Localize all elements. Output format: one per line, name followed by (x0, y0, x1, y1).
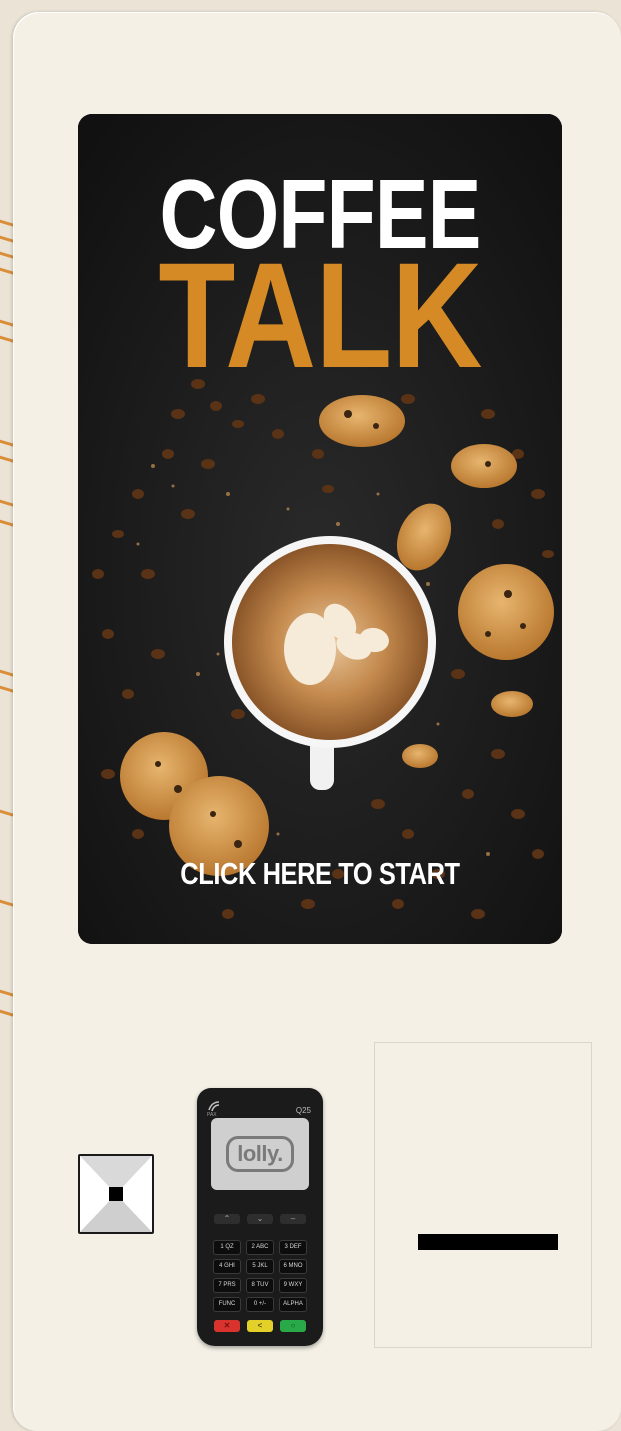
headline-talk: TALK (158, 231, 482, 399)
kiosk-touchscreen[interactable]: COFFEE TALK CLICK HERE TO START (78, 114, 562, 944)
receipt-printer-panel (374, 1042, 592, 1348)
lolly-logo: lolly. (226, 1136, 294, 1172)
clear-key[interactable]: < (247, 1320, 273, 1332)
enter-key[interactable]: ○ (280, 1320, 306, 1332)
receipt-slot (418, 1234, 558, 1250)
cancel-key[interactable]: ✕ (214, 1320, 240, 1332)
nav-up-key[interactable]: ⌃ (214, 1214, 240, 1224)
start-order-button[interactable]: CLICK HERE TO START (122, 856, 519, 892)
nav-down-key[interactable]: ⌄ (247, 1214, 273, 1224)
key-0[interactable]: 0 +/- (246, 1297, 274, 1312)
key-2[interactable]: 2 ABC (246, 1240, 274, 1255)
key-9[interactable]: 9 WXY (279, 1278, 307, 1293)
key-func[interactable]: FUNC (213, 1297, 241, 1312)
key-alpha[interactable]: ALPHA (279, 1297, 307, 1312)
key-3[interactable]: 3 DEF (279, 1240, 307, 1255)
terminal-keypad: 1 QZ 2 ABC 3 DEF 4 GHI 5 JKL 6 MNO 7 PRS… (213, 1240, 307, 1312)
key-5[interactable]: 5 JKL (246, 1259, 274, 1274)
key-8[interactable]: 8 TUV (246, 1278, 274, 1293)
barcode-scanner (78, 1154, 154, 1234)
key-4[interactable]: 4 GHI (213, 1259, 241, 1274)
key-1[interactable]: 1 QZ (213, 1240, 241, 1255)
nav-menu-key[interactable]: – (280, 1214, 306, 1224)
terminal-model: Q25 (295, 1106, 311, 1115)
pax-logo-icon (208, 1101, 220, 1112)
key-7[interactable]: 7 PRS (213, 1278, 241, 1293)
terminal-display: lolly. (211, 1118, 309, 1190)
key-6[interactable]: 6 MNO (279, 1259, 307, 1274)
terminal-nav-keys: ⌃ ⌄ – (214, 1214, 306, 1224)
payment-terminal[interactable]: PAX Q25 lolly. ⌃ ⌄ – 1 QZ 2 ABC 3 DEF 4 … (197, 1088, 325, 1348)
terminal-function-keys: ✕ < ○ (214, 1320, 306, 1332)
payment-terminal-body: PAX Q25 lolly. ⌃ ⌄ – 1 QZ 2 ABC 3 DEF 4 … (197, 1088, 323, 1346)
